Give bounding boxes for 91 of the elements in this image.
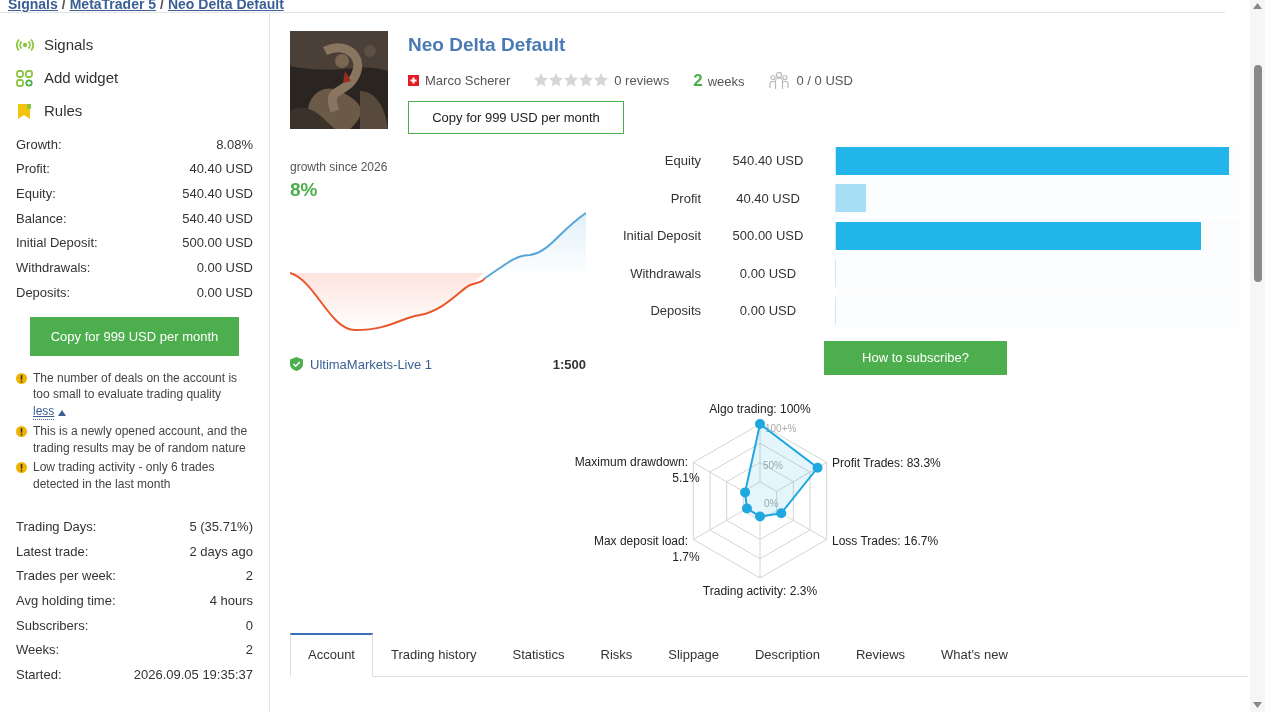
copy-button[interactable]: Copy for 999 USD per month bbox=[408, 101, 624, 134]
stat-value: 0.00 USD bbox=[196, 259, 253, 278]
detail-label: Latest trade: bbox=[16, 542, 89, 561]
flag-icon bbox=[408, 74, 419, 86]
tab[interactable]: Slippage bbox=[650, 632, 737, 677]
scale-label: 0% bbox=[764, 497, 779, 509]
stat-value: 500.00 USD bbox=[182, 234, 253, 253]
detail-value: 2 bbox=[245, 567, 253, 586]
balance-value: 0.00 USD bbox=[738, 302, 798, 320]
stat-label: Deposits: bbox=[16, 283, 71, 302]
stat-value: 540.40 USD bbox=[182, 184, 253, 203]
stat-label: Growth: bbox=[16, 135, 62, 154]
bookmark-icon bbox=[16, 103, 34, 120]
growth-value: 8% bbox=[290, 178, 319, 202]
star-icon bbox=[534, 73, 549, 88]
detail-value: 4 hours bbox=[209, 591, 253, 610]
stat-value: 0.00 USD bbox=[196, 283, 253, 302]
shield-check-icon bbox=[290, 357, 303, 372]
age-unit: weeks bbox=[707, 72, 745, 91]
tab[interactable]: Description bbox=[736, 632, 838, 677]
stat-label: Balance: bbox=[16, 209, 67, 228]
tab[interactable]: Account bbox=[290, 632, 373, 677]
warning-icon bbox=[16, 372, 27, 384]
growth-caption: growth since 2026 bbox=[290, 159, 389, 176]
subscribers-text: 0 / 0 USD bbox=[796, 71, 853, 90]
balance-value: 540.40 USD bbox=[731, 152, 805, 170]
star-icon bbox=[579, 73, 594, 88]
warning-text: This is a newly opened account, and the trading results may be of random nature bbox=[33, 423, 249, 457]
scale-label: 100+% bbox=[765, 422, 797, 434]
age-number: 2 bbox=[693, 69, 703, 92]
star-icon bbox=[564, 73, 579, 88]
balance-label: Equity bbox=[663, 152, 701, 170]
axis-label: Loss Trades: 16.7% bbox=[832, 533, 939, 548]
less-link[interactable]: less bbox=[33, 402, 55, 421]
signal-title: Neo Delta Default bbox=[408, 33, 567, 57]
add-widget-icon bbox=[16, 70, 34, 87]
stat-value: 540.40 USD bbox=[182, 209, 253, 228]
leverage-text: 1:500 bbox=[552, 355, 586, 374]
balance-value: 0.00 USD bbox=[738, 264, 798, 283]
sidebar-link[interactable]: Add widget bbox=[44, 67, 119, 90]
scroll-up-arrow-icon[interactable] bbox=[1253, 3, 1262, 9]
axis-label: Max deposit load: 1.7% bbox=[593, 533, 700, 564]
broker-link[interactable]: UltimaMarkets-Live 1 bbox=[310, 354, 433, 374]
detail-label: Avg holding time: bbox=[16, 591, 116, 610]
stat-label: Initial Deposit: bbox=[16, 234, 98, 253]
stat-value: 40.40 USD bbox=[189, 160, 253, 179]
stat-label: Profit: bbox=[16, 160, 50, 179]
detail-label: Subscribers: bbox=[16, 616, 89, 635]
stat-label: Withdrawals: bbox=[16, 259, 91, 278]
scrollbar-thumb[interactable] bbox=[1253, 65, 1262, 282]
tab[interactable]: Trading history bbox=[373, 632, 495, 677]
detail-value: 0 bbox=[245, 616, 253, 635]
axis-label: Trading activity: 2.3% bbox=[702, 583, 818, 598]
balance-label: Profit bbox=[669, 189, 701, 208]
detail-value: 2 bbox=[245, 641, 253, 660]
warning-icon bbox=[16, 426, 27, 438]
warning-text: Low trading activity - only 6 trades detected in the last month bbox=[33, 459, 216, 493]
axis-label: Maximum drawdown: 5.1% bbox=[574, 454, 700, 485]
signal-waves-icon bbox=[16, 37, 34, 54]
warning-icon bbox=[16, 462, 27, 474]
axis-label: Profit Trades: 83.3% bbox=[832, 455, 941, 470]
detail-label: Trades per week: bbox=[16, 567, 116, 586]
axis-label: Algo trading: 100% bbox=[709, 401, 811, 416]
stat-label: Equity: bbox=[16, 184, 56, 203]
balance-value: 40.40 USD bbox=[735, 189, 801, 208]
stat-value: 8.08% bbox=[216, 135, 253, 154]
detail-value: 2026.09.05 19:35:37 bbox=[133, 666, 253, 685]
sidebar-link[interactable]: Rules bbox=[44, 100, 83, 123]
tab[interactable]: What's new bbox=[923, 632, 1026, 677]
warning-text: The number of deals on the account is too small to evaluate trading quality bbox=[33, 369, 239, 403]
balance-label: Initial Deposit bbox=[621, 227, 701, 245]
detail-value: 2 days ago bbox=[189, 542, 253, 561]
scale-label: 50% bbox=[763, 459, 783, 471]
people-icon bbox=[768, 70, 789, 90]
balance-label: Withdrawals bbox=[629, 264, 701, 283]
detail-label: Weeks: bbox=[16, 641, 60, 660]
author-link[interactable]: Marco Scherer bbox=[425, 70, 511, 90]
balance-label: Deposits bbox=[649, 302, 701, 320]
tab[interactable]: Risks bbox=[582, 632, 651, 677]
reviews-link[interactable]: 0 reviews bbox=[614, 70, 670, 90]
tab[interactable]: Statistics bbox=[494, 632, 583, 677]
star-icon bbox=[594, 73, 609, 88]
detail-label: Started: bbox=[16, 666, 62, 685]
tab[interactable]: Reviews bbox=[837, 632, 924, 677]
scroll-down-arrow-icon[interactable] bbox=[1253, 702, 1262, 708]
star-icon bbox=[549, 73, 564, 88]
detail-value: 5 (35.71%) bbox=[189, 517, 253, 536]
detail-label: Trading Days: bbox=[16, 517, 97, 536]
balance-value: 500.00 USD bbox=[731, 227, 805, 245]
sidebar-link[interactable]: Signals bbox=[44, 34, 94, 57]
caret-up-icon bbox=[58, 410, 67, 417]
